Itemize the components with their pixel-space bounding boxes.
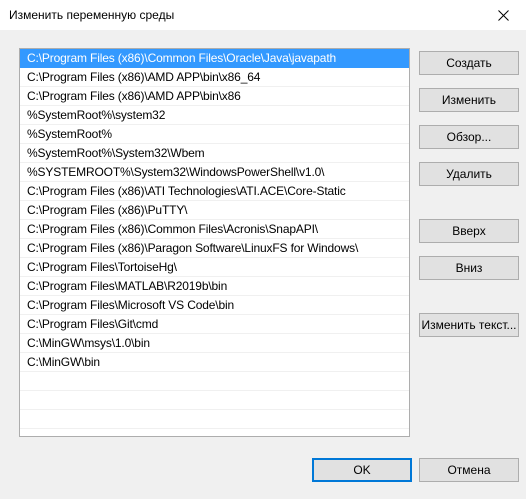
list-item-empty[interactable] — [20, 391, 409, 410]
list-item[interactable]: C:\MinGW\msys\1.0\bin — [20, 334, 409, 353]
list-item[interactable]: C:\Program Files (x86)\Paragon Software\… — [20, 239, 409, 258]
list-item[interactable]: C:\Program Files\TortoiseHg\ — [20, 258, 409, 277]
browse-button[interactable]: Обзор... — [419, 125, 519, 149]
window-title: Изменить переменную среды — [9, 8, 175, 22]
cancel-button[interactable]: Отмена — [419, 458, 519, 482]
list-item-empty[interactable] — [20, 372, 409, 391]
create-button[interactable]: Создать — [419, 51, 519, 75]
ok-button[interactable]: OK — [312, 458, 412, 482]
list-item[interactable]: C:\Program Files\Microsoft VS Code\bin — [20, 296, 409, 315]
list-item[interactable]: C:\Program Files (x86)\PuTTY\ — [20, 201, 409, 220]
list-item[interactable]: C:\Program Files (x86)\Common Files\Acro… — [20, 220, 409, 239]
list-item[interactable]: C:\Program Files (x86)\AMD APP\bin\x86 — [20, 87, 409, 106]
list-item[interactable]: C:\Program Files (x86)\ATI Technologies\… — [20, 182, 409, 201]
move-up-button[interactable]: Вверх — [419, 219, 519, 243]
list-item-empty[interactable] — [20, 410, 409, 429]
title-bar: Изменить переменную среды — [0, 0, 526, 30]
list-item[interactable]: C:\Program Files (x86)\Common Files\Orac… — [20, 49, 409, 68]
path-list[interactable]: C:\Program Files (x86)\Common Files\Orac… — [19, 48, 410, 437]
list-item[interactable]: %SystemRoot%\System32\Wbem — [20, 144, 409, 163]
list-item[interactable]: %SystemRoot% — [20, 125, 409, 144]
edit-text-button[interactable]: Изменить текст... — [419, 313, 519, 337]
list-item[interactable]: %SYSTEMROOT%\System32\WindowsPowerShell\… — [20, 163, 409, 182]
edit-button[interactable]: Изменить — [419, 88, 519, 112]
close-icon — [497, 9, 509, 21]
list-item[interactable]: C:\Program Files\Git\cmd — [20, 315, 409, 334]
list-item[interactable]: %SystemRoot%\system32 — [20, 106, 409, 125]
list-item[interactable]: C:\Program Files\MATLAB\R2019b\bin — [20, 277, 409, 296]
delete-button[interactable]: Удалить — [419, 162, 519, 186]
close-button[interactable] — [480, 0, 526, 30]
move-down-button[interactable]: Вниз — [419, 256, 519, 280]
list-item[interactable]: C:\MinGW\bin — [20, 353, 409, 372]
list-item[interactable]: C:\Program Files (x86)\AMD APP\bin\x86_6… — [20, 68, 409, 87]
